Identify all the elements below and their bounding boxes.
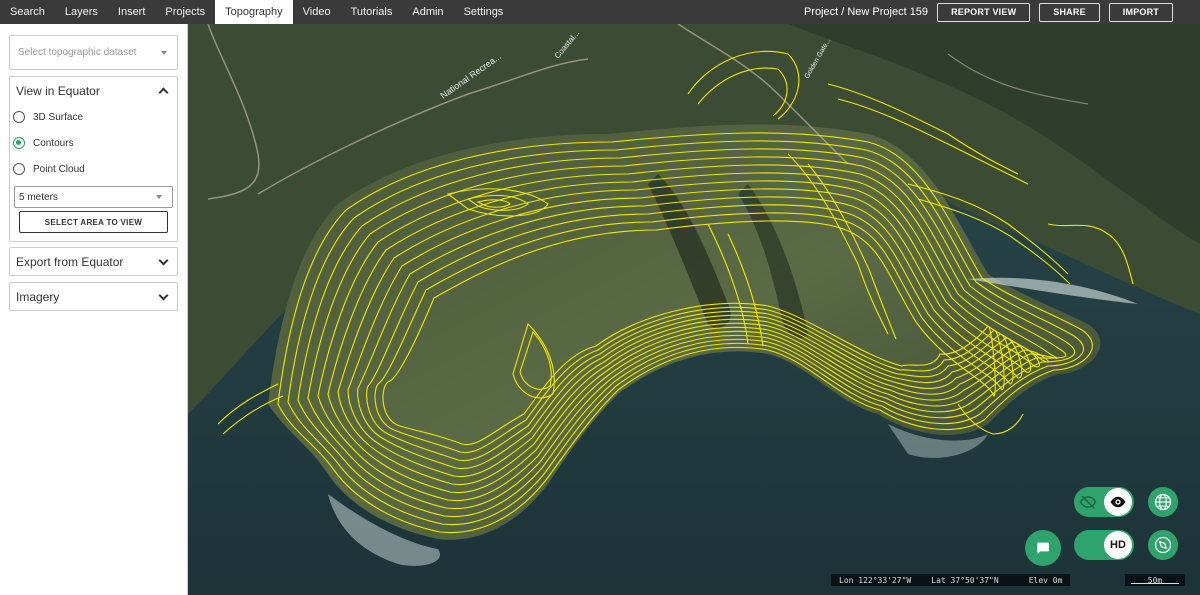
- export-panel-header[interactable]: Export from Equator: [10, 248, 177, 275]
- globe-button[interactable]: [1148, 487, 1178, 517]
- menu-item-admin[interactable]: Admin: [402, 0, 453, 24]
- imagery-panel-header[interactable]: Imagery: [10, 283, 177, 310]
- radio-label: 3D Surface: [33, 111, 84, 123]
- compass-icon: [1154, 536, 1172, 554]
- dataset-select-placeholder: Select topographic dataset: [18, 47, 137, 58]
- report-view-button[interactable]: REPORT VIEW: [937, 2, 1031, 22]
- menu-item-layers[interactable]: Layers: [55, 0, 108, 24]
- visibility-toggle[interactable]: [1074, 487, 1134, 517]
- elevation-readout: Elev 0m: [1028, 575, 1063, 585]
- imagery-panel-title: Imagery: [16, 289, 60, 304]
- hd-label: HD: [1110, 539, 1126, 551]
- eye-icon: [1110, 496, 1126, 508]
- chevron-down-icon: [158, 255, 169, 266]
- menu-item-projects[interactable]: Projects: [155, 0, 215, 24]
- main-menu: Search Layers Insert Projects Topography…: [0, 0, 513, 24]
- map-viewport[interactable]: National Recrea... Coastal... Golden Gat…: [188, 24, 1200, 595]
- project-breadcrumb[interactable]: Project / New Project 159: [804, 6, 928, 18]
- scale-line: [1131, 583, 1179, 584]
- sidebar: Select topographic dataset View in Equat…: [0, 24, 188, 595]
- view-panel: View in Equator 3D Surface Contours Poin…: [9, 76, 178, 242]
- menu-item-video[interactable]: Video: [293, 0, 341, 24]
- caret-down-icon: [156, 195, 162, 199]
- export-panel-title: Export from Equator: [16, 254, 124, 269]
- dataset-select[interactable]: Select topographic dataset: [9, 35, 178, 70]
- comment-button[interactable]: [1025, 530, 1061, 566]
- menu-item-insert[interactable]: Insert: [108, 0, 156, 24]
- view-panel-title: View in Equator: [16, 83, 100, 98]
- radio-icon: [13, 163, 25, 175]
- chevron-up-icon: [158, 87, 169, 98]
- select-area-button[interactable]: SELECT AREA TO VIEW: [19, 211, 168, 233]
- radio-3d-surface[interactable]: 3D Surface: [10, 104, 177, 130]
- menu-item-search[interactable]: Search: [0, 0, 55, 24]
- top-bar: Search Layers Insert Projects Topography…: [0, 0, 1200, 24]
- radio-icon: [13, 111, 25, 123]
- contour-interval-value: 5 meters: [19, 191, 58, 203]
- radio-point-cloud[interactable]: Point Cloud: [10, 156, 177, 182]
- longitude-readout: Lon 122°33'27"W: [839, 575, 912, 585]
- terrain-image: National Recrea... Coastal... Golden Gat…: [188, 24, 1200, 595]
- import-button[interactable]: IMPORT: [1108, 2, 1173, 22]
- imagery-panel: Imagery: [9, 282, 178, 311]
- contour-interval-select[interactable]: 5 meters: [14, 186, 173, 208]
- export-panel: Export from Equator: [9, 247, 178, 276]
- menu-item-settings[interactable]: Settings: [454, 0, 514, 24]
- globe-icon: [1154, 493, 1172, 511]
- menu-item-tutorials[interactable]: Tutorials: [341, 0, 403, 24]
- latitude-readout: Lat 37°50'37"N: [931, 575, 999, 585]
- radio-label: Point Cloud: [33, 163, 85, 175]
- eye-off-icon: [1079, 495, 1097, 509]
- caret-down-icon: [161, 50, 167, 55]
- radio-contours[interactable]: Contours: [10, 130, 177, 156]
- comment-icon: [1037, 542, 1049, 554]
- scale-bar: 50m: [1125, 574, 1185, 586]
- share-button[interactable]: SHARE: [1039, 2, 1100, 22]
- radio-checked-icon: [13, 137, 25, 149]
- hd-toggle[interactable]: HD: [1074, 530, 1134, 560]
- compass-button[interactable]: [1148, 530, 1178, 560]
- coordinates-readout: Lon 122°33'27"W Lat 37°50'37"N Elev 0m: [831, 574, 1071, 586]
- hd-knob: HD: [1104, 531, 1132, 559]
- menu-item-topography[interactable]: Topography: [215, 0, 293, 24]
- eye-knob: [1104, 488, 1132, 516]
- view-panel-header[interactable]: View in Equator: [10, 77, 177, 104]
- chevron-down-icon: [158, 290, 169, 301]
- radio-label: Contours: [33, 137, 74, 149]
